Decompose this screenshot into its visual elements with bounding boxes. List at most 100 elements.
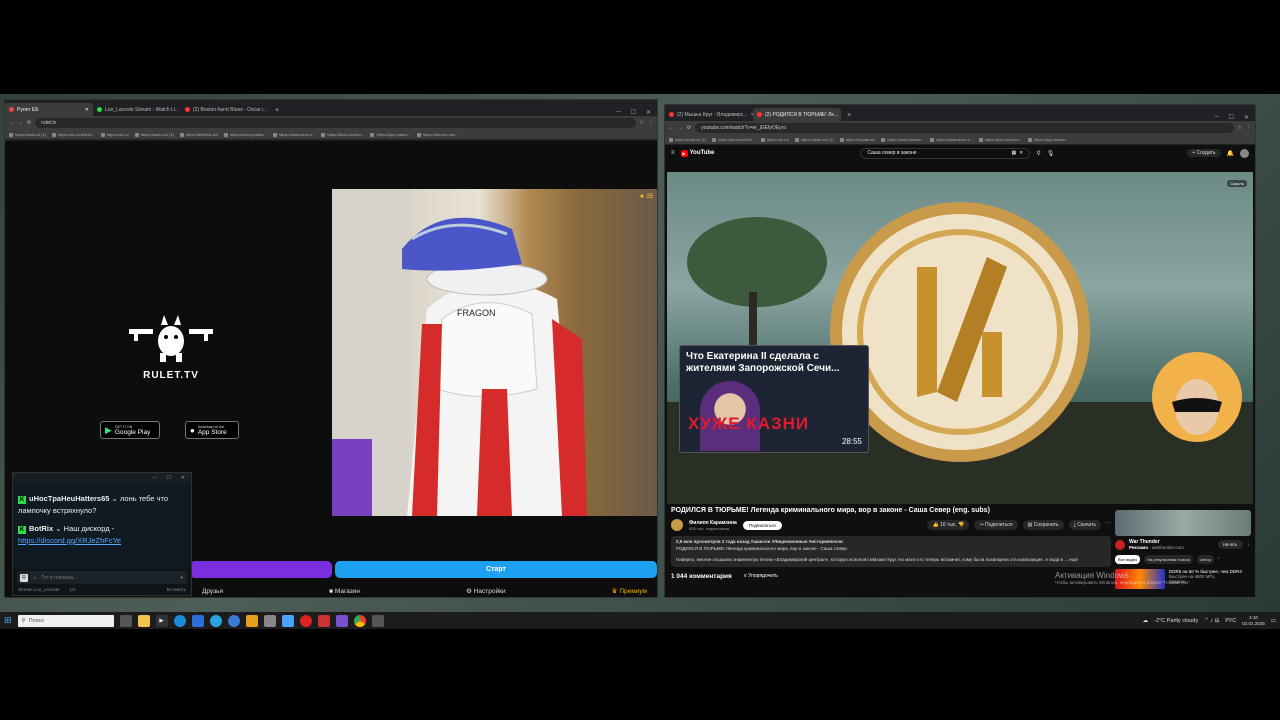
bookmark-item[interactable]: https://betblick.su/ [179, 132, 218, 137]
back-icon[interactable]: ← [669, 125, 674, 131]
bookmark-item[interactable]: https://vk.com/id18... [52, 132, 95, 137]
star-icon[interactable]: ☆ [640, 120, 644, 126]
bookmark-item[interactable]: https://tnoabl.su/ [839, 137, 875, 142]
bookmark-item[interactable]: https://www.lcmu.s... [930, 137, 973, 142]
chat-username[interactable]: BotRix [29, 524, 53, 533]
app-icon[interactable] [371, 614, 384, 627]
emoji-icon[interactable]: ☺ [32, 575, 37, 581]
taskbar-search-input[interactable]: ⚲ Поиск [17, 614, 114, 627]
chat-username[interactable]: uHocTpaHeuHatters65 [29, 494, 109, 503]
menu-icon[interactable]: ⋮ [1246, 125, 1251, 131]
channel-avatar[interactable] [671, 519, 683, 531]
new-tab-button[interactable]: + [841, 112, 857, 121]
maximize-icon[interactable]: ☐ [166, 475, 170, 481]
send-icon[interactable]: ➤ [180, 575, 184, 581]
maximize-icon[interactable]: ☐ [1229, 114, 1234, 121]
ad-banner[interactable] [1115, 510, 1251, 536]
more-icon[interactable]: ⋯ [1106, 520, 1111, 530]
reload-icon[interactable]: ⟳ [687, 125, 691, 131]
search-icon[interactable]: ⚲ [1036, 150, 1040, 157]
media-icon[interactable]: ▶ [155, 614, 168, 627]
telegram-icon[interactable] [209, 614, 222, 627]
close-icon[interactable]: ✕ [181, 475, 185, 481]
chip-author[interactable]: Автор [1197, 555, 1214, 564]
bookmark-item[interactable]: https://ok.ru/ [760, 137, 789, 142]
app-icon[interactable] [281, 614, 294, 627]
subscribe-button[interactable]: Подписаться [742, 520, 782, 530]
avatar[interactable] [1240, 148, 1249, 158]
star-icon[interactable]: ☆ [1238, 125, 1242, 131]
bookmark-item[interactable]: https://ok.ru/ [100, 132, 129, 137]
discord-link[interactable]: https://discord.gg/XRJeZhFcYe [18, 536, 121, 545]
app-icon[interactable] [335, 614, 348, 627]
forward-icon[interactable]: → [678, 125, 683, 131]
nav-settings[interactable]: ⚙ Настройки [466, 587, 506, 595]
left-tab-1[interactable]: Рулет ЕБ ✕ [5, 103, 93, 116]
forward-icon[interactable]: → [18, 120, 23, 126]
back-icon[interactable]: ← [9, 120, 14, 126]
notifications-icon[interactable]: 🔔 [1227, 150, 1234, 157]
minimize-icon[interactable]: ─ [1214, 114, 1218, 121]
bookmark-item[interactable]: https://kick.com/lco... [321, 132, 364, 137]
app-store-badge[interactable]: ● Download on the App Store [185, 421, 239, 439]
tray-icons[interactable]: ⌃ ♪ ⊟ [1204, 618, 1219, 624]
youtube-logo[interactable]: ▶ YouTube [680, 149, 714, 157]
create-button[interactable]: + Создать [1187, 149, 1221, 157]
bookmark-item[interactable]: https://app.rutstro... [370, 132, 411, 137]
bookmark-item[interactable]: https://www.youtub... [223, 132, 267, 137]
task-view-icon[interactable] [119, 614, 132, 627]
new-tab-button[interactable]: + [269, 107, 285, 116]
like-button[interactable]: 👍 16 тыс. 👎 [927, 520, 970, 530]
google-play-badge[interactable]: ▶ GET IT ON Google Play [100, 421, 160, 439]
endscreen-video-card[interactable]: Что Екатерина II сделала с жителями Запо… [679, 345, 869, 453]
reload-icon[interactable]: ⟳ [27, 120, 31, 126]
download-button[interactable]: ⤓ Скачать [1068, 520, 1101, 530]
app-icon[interactable] [227, 614, 240, 627]
footer-paste-button[interactable]: Вставить [167, 587, 186, 592]
mic-icon[interactable]: 🎙 [1047, 150, 1055, 157]
right-tab-2[interactable]: (2) РОДИЛСЯ В ТЮРЬМЕ! Ле...✕ [753, 108, 841, 121]
edge-icon[interactable] [173, 614, 186, 627]
minimize-icon[interactable]: ─ [616, 109, 620, 116]
chevron-right-icon[interactable]: › [1218, 555, 1219, 564]
video-player[interactable]: Скрыть Что Екатерина II сделала с жителя… [667, 172, 1253, 504]
bookmark-item[interactable]: https://lamb.su/ (1) [134, 132, 174, 137]
left-tab-3[interactable]: (2) Boston-hurst Blues - Oscar i...✕ [181, 103, 269, 116]
hamburger-icon[interactable]: ≡ [671, 150, 675, 156]
share-button[interactable]: ↪ Поделиться [974, 520, 1018, 530]
clear-icon[interactable]: ✕ [1019, 150, 1023, 156]
chat-input[interactable]: Тут в плевака... [41, 575, 176, 581]
url-field[interactable]: youtube.com/watch?v=er_jGEfyOEyro [695, 123, 1234, 133]
minimize-icon[interactable]: ─ [153, 475, 157, 481]
nav-premium[interactable]: ♛ Премиум [612, 587, 647, 595]
url-field[interactable]: rulet.tv [35, 118, 636, 128]
save-button[interactable]: ▤ Сохранить [1022, 520, 1064, 530]
purple-action-button[interactable] [190, 561, 332, 578]
nav-shop[interactable]: ■ Магазин [329, 588, 360, 595]
maximize-icon[interactable]: ☐ [631, 109, 636, 116]
chip-all-videos[interactable]: Все видео [1115, 555, 1141, 564]
nav-friends[interactable]: Друзья [202, 588, 223, 595]
bookmark-item[interactable]: https://app.rutstro... [1028, 137, 1069, 142]
file-explorer-icon[interactable] [137, 614, 150, 627]
notification-icon[interactable]: ▭ [1271, 618, 1276, 624]
language-indicator[interactable]: РУС [1225, 618, 1236, 624]
chip-search-results[interactable]: На результатам поиска [1144, 555, 1194, 564]
store-icon[interactable] [191, 614, 204, 627]
sort-button[interactable]: ≡ Упорядочить [744, 573, 778, 580]
description-box[interactable]: 2,5 млн просмотров 2 года назад #шансон … [671, 536, 1111, 567]
ad-start-button[interactable]: Начать [1217, 540, 1243, 549]
bookmark-item[interactable]: https://www.youtub... [881, 137, 924, 142]
bookmark-item[interactable]: https://mail.ru/ (1) [669, 137, 706, 142]
left-tab-2[interactable]: Loo_Lacoste Stream - Watch Li...✕ [93, 103, 181, 116]
app-icon[interactable] [245, 614, 258, 627]
start-button[interactable]: Старт [335, 561, 657, 578]
app-icon[interactable] [263, 614, 276, 627]
menu-icon[interactable]: ⋮ [648, 120, 653, 126]
app-icon[interactable] [317, 614, 330, 627]
bookmark-item[interactable]: https://sferrno.me/... [416, 132, 459, 137]
chrome-icon[interactable] [353, 614, 366, 627]
bookmark-item[interactable]: https://lamb.su/ (1) [794, 137, 834, 142]
bookmark-item[interactable]: https://www.lcmu.s... [272, 132, 315, 137]
close-icon[interactable]: ✕ [646, 109, 651, 116]
